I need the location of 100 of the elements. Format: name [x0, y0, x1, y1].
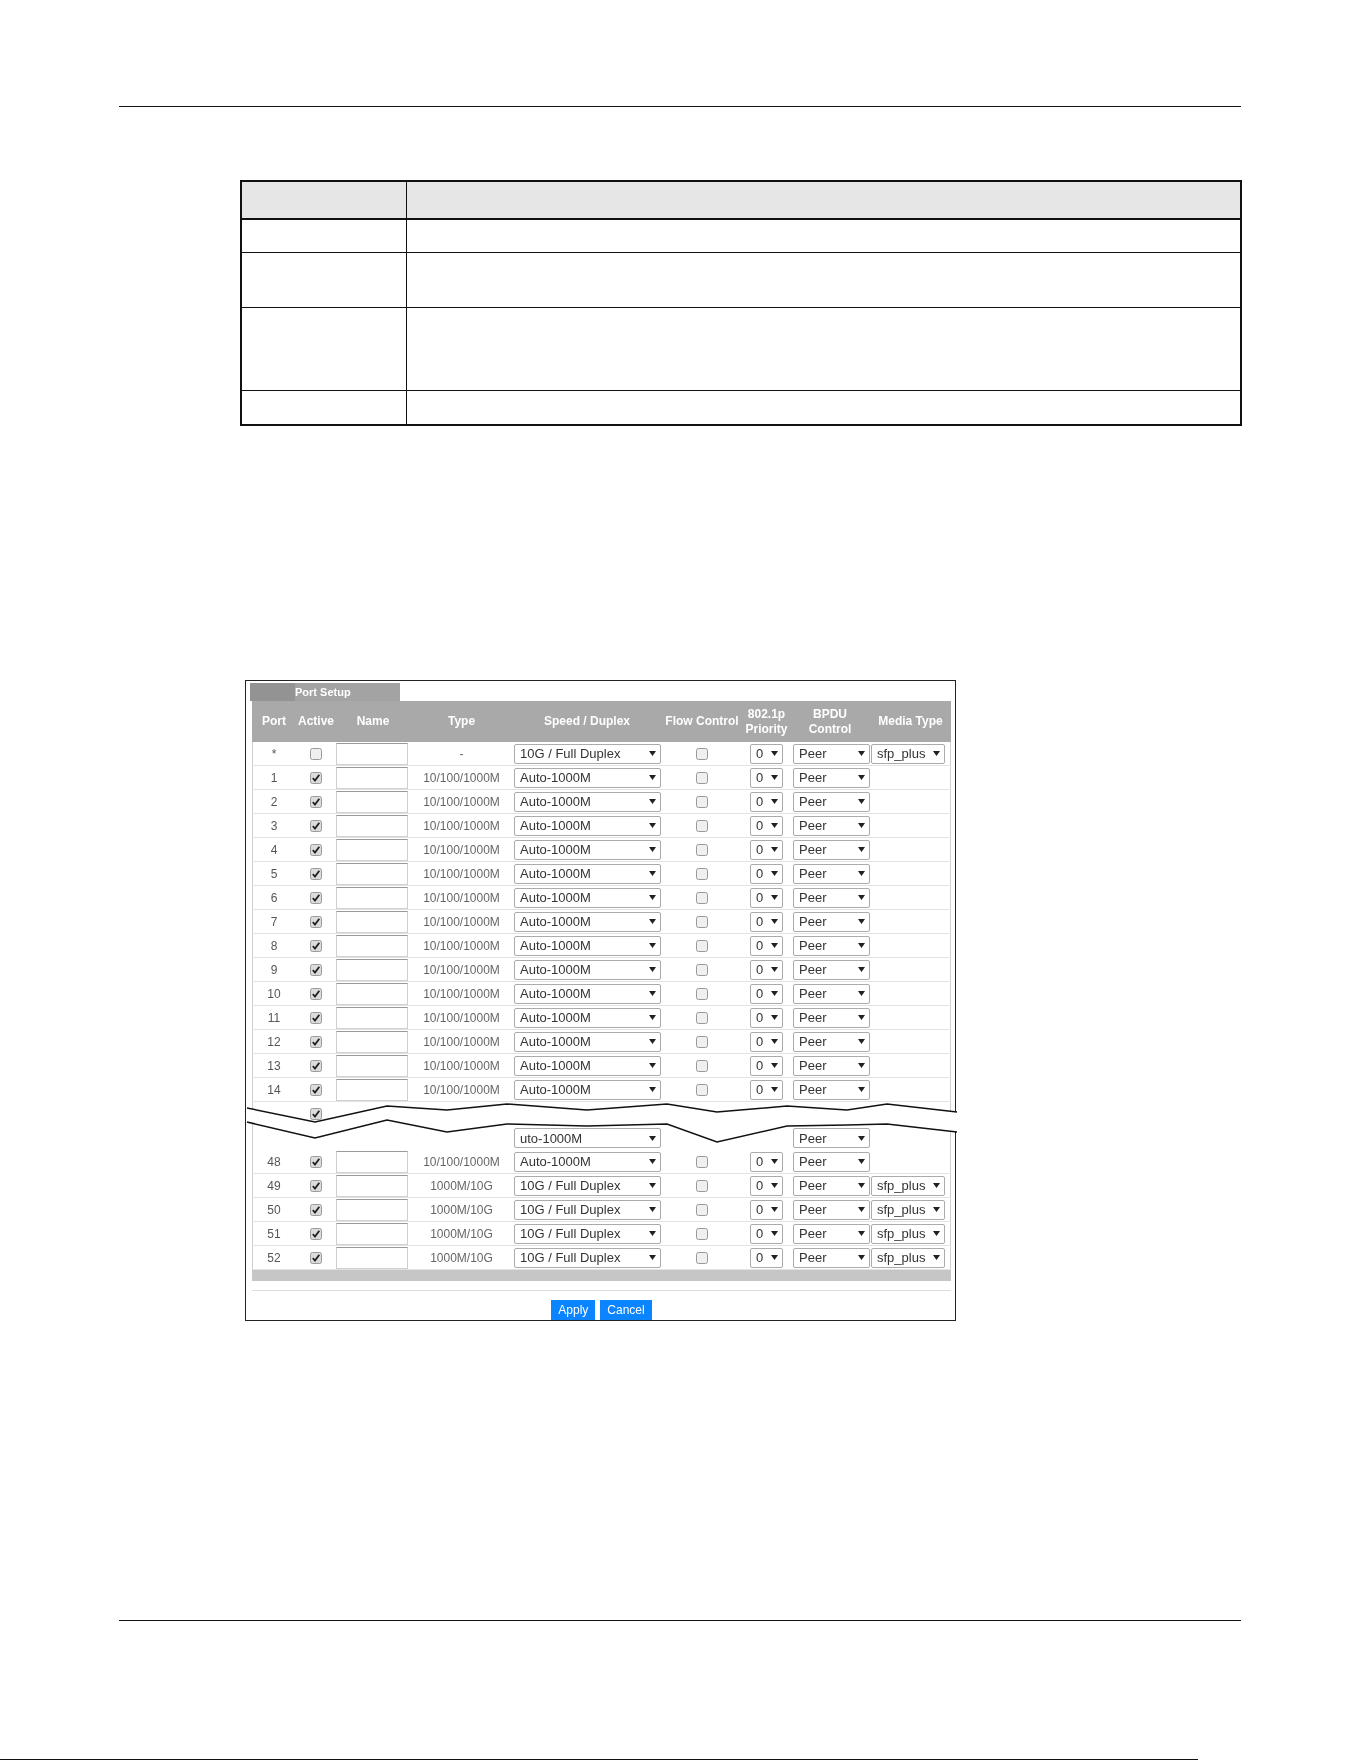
- bpdu-control-select[interactable]: Peer: [793, 1223, 870, 1244]
- active-checkbox[interactable]: [310, 891, 322, 904]
- apply-button[interactable]: Apply: [551, 1300, 596, 1320]
- active-checkbox[interactable]: [310, 987, 322, 1000]
- flow-control-checkbox[interactable]: [696, 1155, 708, 1168]
- active-checkbox[interactable]: [310, 1035, 322, 1048]
- active-checkbox[interactable]: [310, 963, 322, 976]
- flow-control-checkbox[interactable]: [696, 963, 708, 976]
- name-field[interactable]: [336, 1054, 408, 1077]
- bpdu-control-select[interactable]: Peer: [793, 863, 870, 884]
- bpdu-control-select[interactable]: Peer: [793, 767, 870, 788]
- name-field[interactable]: [336, 766, 408, 789]
- name-field[interactable]: [336, 934, 408, 957]
- flow-control-checkbox[interactable]: [696, 1059, 708, 1072]
- priority-select[interactable]: 0: [750, 863, 783, 884]
- flow-control-checkbox[interactable]: [696, 819, 708, 832]
- flow-control-checkbox[interactable]: [696, 1083, 708, 1096]
- speed-duplex-select[interactable]: Auto-1000M: [514, 887, 661, 908]
- active-checkbox[interactable]: [310, 747, 322, 760]
- priority-select[interactable]: 0: [750, 1007, 783, 1028]
- speed-duplex-select[interactable]: uto-1000M: [514, 1128, 661, 1148]
- active-checkbox[interactable]: [310, 1108, 322, 1120]
- speed-duplex-select[interactable]: Auto-1000M: [514, 791, 661, 812]
- flow-control-checkbox[interactable]: [696, 771, 708, 784]
- bpdu-control-select[interactable]: Peer: [793, 959, 870, 980]
- flow-control-checkbox[interactable]: [696, 1251, 708, 1264]
- priority-select[interactable]: 0: [750, 959, 783, 980]
- speed-duplex-select[interactable]: Auto-1000M: [514, 1151, 661, 1172]
- priority-select[interactable]: 0: [750, 767, 783, 788]
- active-checkbox[interactable]: [310, 843, 322, 856]
- active-checkbox[interactable]: [310, 819, 322, 832]
- active-checkbox[interactable]: [310, 771, 322, 784]
- media-type-select[interactable]: sfp_plus: [871, 743, 945, 764]
- active-checkbox[interactable]: [310, 1011, 322, 1024]
- name-field[interactable]: [336, 958, 408, 981]
- priority-select[interactable]: 0: [750, 935, 783, 956]
- name-field[interactable]: [336, 886, 408, 909]
- priority-select[interactable]: 0: [750, 1055, 783, 1076]
- active-checkbox[interactable]: [310, 795, 322, 808]
- speed-duplex-select[interactable]: Auto-1000M: [514, 815, 661, 836]
- flow-control-checkbox[interactable]: [696, 1227, 708, 1240]
- name-field[interactable]: [336, 742, 408, 765]
- flow-control-checkbox[interactable]: [696, 795, 708, 808]
- media-type-select[interactable]: sfp_plus: [871, 1223, 945, 1244]
- flow-control-checkbox[interactable]: [696, 891, 708, 904]
- speed-duplex-select[interactable]: Auto-1000M: [514, 767, 661, 788]
- bpdu-control-select[interactable]: Peer: [793, 887, 870, 908]
- speed-duplex-select[interactable]: Auto-1000M: [514, 935, 661, 956]
- active-checkbox[interactable]: [310, 1203, 322, 1216]
- bpdu-control-select[interactable]: Peer: [793, 743, 870, 764]
- bpdu-control-select[interactable]: Peer: [793, 839, 870, 860]
- priority-select[interactable]: 0: [750, 1031, 783, 1052]
- flow-control-checkbox[interactable]: [696, 1035, 708, 1048]
- priority-select[interactable]: 0: [750, 815, 783, 836]
- bpdu-control-select[interactable]: Peer: [793, 935, 870, 956]
- active-checkbox[interactable]: [310, 915, 322, 928]
- name-field[interactable]: [336, 862, 408, 885]
- bpdu-control-select[interactable]: Peer: [793, 1175, 870, 1196]
- speed-duplex-select[interactable]: 10G / Full Duplex: [514, 1247, 661, 1268]
- name-field[interactable]: [336, 838, 408, 861]
- bpdu-control-select[interactable]: Peer: [793, 1199, 870, 1220]
- active-checkbox[interactable]: [310, 1251, 322, 1264]
- priority-select[interactable]: 0: [750, 887, 783, 908]
- speed-duplex-select[interactable]: Auto-1000M: [514, 959, 661, 980]
- active-checkbox[interactable]: [310, 1227, 322, 1240]
- active-checkbox[interactable]: [310, 1179, 322, 1192]
- name-field[interactable]: [336, 1246, 408, 1269]
- name-field[interactable]: [336, 790, 408, 813]
- flow-control-checkbox[interactable]: [696, 1011, 708, 1024]
- cancel-button[interactable]: Cancel: [600, 1300, 652, 1320]
- bpdu-control-select[interactable]: Peer: [793, 1055, 870, 1076]
- active-checkbox[interactable]: [310, 939, 322, 952]
- priority-select[interactable]: 0: [750, 1199, 783, 1220]
- active-checkbox[interactable]: [310, 867, 322, 880]
- priority-select[interactable]: 0: [750, 743, 783, 764]
- priority-select[interactable]: 0: [750, 983, 783, 1004]
- speed-duplex-select[interactable]: 10G / Full Duplex: [514, 1223, 661, 1244]
- flow-control-checkbox[interactable]: [696, 939, 708, 952]
- speed-duplex-select[interactable]: 10G / Full Duplex: [514, 1199, 661, 1220]
- flow-control-checkbox[interactable]: [696, 867, 708, 880]
- name-field[interactable]: [336, 982, 408, 1005]
- bpdu-control-select[interactable]: Peer: [793, 1128, 870, 1148]
- priority-select[interactable]: 0: [750, 1151, 783, 1172]
- bpdu-control-select[interactable]: Peer: [793, 1007, 870, 1028]
- priority-select[interactable]: 0: [750, 1247, 783, 1268]
- name-field[interactable]: [336, 1078, 408, 1101]
- bpdu-control-select[interactable]: Peer: [793, 1079, 870, 1100]
- priority-select[interactable]: 0: [750, 791, 783, 812]
- name-field[interactable]: [336, 1174, 408, 1197]
- flow-control-checkbox[interactable]: [696, 915, 708, 928]
- priority-select[interactable]: 0: [750, 1079, 783, 1100]
- speed-duplex-select[interactable]: 10G / Full Duplex: [514, 743, 661, 764]
- speed-duplex-select[interactable]: Auto-1000M: [514, 839, 661, 860]
- media-type-select[interactable]: sfp_plus: [871, 1247, 945, 1268]
- speed-duplex-select[interactable]: Auto-1000M: [514, 1007, 661, 1028]
- name-field[interactable]: [336, 1198, 408, 1221]
- speed-duplex-select[interactable]: Auto-1000M: [514, 911, 661, 932]
- name-field[interactable]: [336, 1150, 408, 1173]
- flow-control-checkbox[interactable]: [696, 987, 708, 1000]
- priority-select[interactable]: 0: [750, 1175, 783, 1196]
